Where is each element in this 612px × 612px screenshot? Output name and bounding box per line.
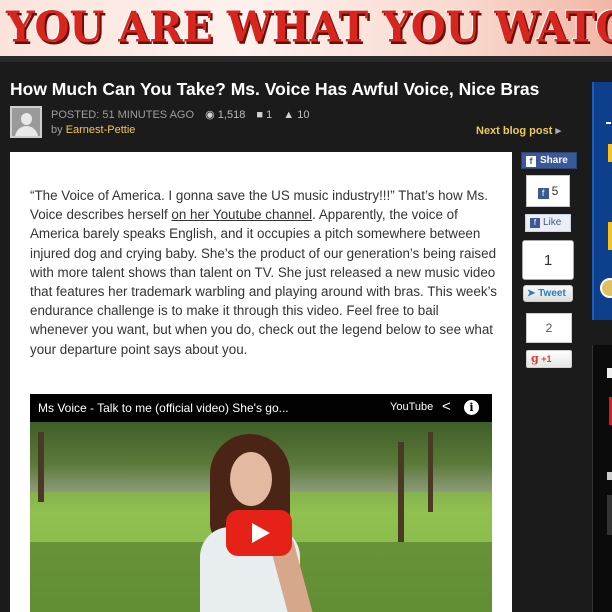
chevron-right-icon: ▸ (555, 125, 561, 137)
video-player[interactable]: Ms Voice - Talk to me (official video) S… (30, 394, 492, 612)
tweet-count: 1 (522, 240, 574, 280)
play-icon (252, 523, 270, 543)
view-count: 1,518 (217, 109, 246, 121)
facebook-icon: f (526, 156, 536, 167)
youtube-channel-link[interactable]: on her Youtube channel (171, 207, 312, 222)
facebook-share-label: Share (540, 155, 568, 166)
author-avatar[interactable] (10, 106, 42, 138)
eye-icon: ◉ (205, 109, 215, 121)
video-title[interactable]: Ms Voice - Talk to me (official video) S… (38, 401, 289, 415)
avatar-shoulders-shape (15, 126, 38, 136)
google-plus-icon: g (531, 352, 539, 365)
tree-trunk-shape (38, 432, 44, 502)
facebook-like-label: Like (543, 217, 562, 228)
tweet-button[interactable]: ➤ Tweet (523, 285, 573, 302)
twitter-icon: ➤ (527, 288, 536, 299)
widget-decoration (607, 495, 612, 535)
sidebar-ad[interactable] (592, 82, 612, 320)
ad-decoration (608, 144, 612, 162)
article-body: “The Voice of America. I gonna save the … (30, 186, 500, 359)
video-title-bar: Ms Voice - Talk to me (official video) S… (30, 394, 492, 422)
article-card: “The Voice of America. I gonna save the … (10, 152, 512, 612)
posted-time: POSTED: 51 MINUTES AGO (51, 109, 195, 121)
banner-divider (0, 56, 612, 62)
banner-title: YOU ARE WHAT YOU WATCH (6, 2, 612, 53)
info-icon[interactable]: i (464, 400, 479, 415)
facebook-share-button[interactable]: f Share (521, 152, 577, 169)
play-button[interactable] (226, 510, 292, 556)
like-count: 10 (297, 109, 310, 121)
thumbs-up-icon: ▲ (283, 109, 295, 121)
post-meta: POSTED: 51 MINUTES AGO ◉ 1,518 ■ 1 ▲ 10 (51, 108, 309, 121)
comment-count: 1 (266, 109, 273, 121)
article-text-rest: . Apparently, the voice of America barel… (30, 207, 497, 357)
next-blog-post-link[interactable]: Next blog post ▸ (476, 124, 561, 137)
google-plus-label: +1 (541, 354, 552, 364)
video-thumbnail[interactable] (30, 422, 492, 612)
byline: by Earnest-Pettie (51, 124, 135, 136)
ad-decoration (608, 222, 612, 250)
facebook-icon: f (530, 218, 540, 228)
widget-decoration (607, 368, 612, 378)
facebook-icon: f (537, 188, 549, 199)
avatar-head-shape (21, 113, 32, 125)
tweet-label: Tweet (538, 288, 566, 299)
author-link[interactable]: Earnest-Pettie (66, 124, 136, 136)
next-blog-post-label: Next blog post (476, 125, 553, 137)
person-face-shape (230, 452, 272, 506)
tree-trunk-shape (428, 432, 433, 512)
google-plus-count: 2 (526, 313, 572, 343)
sidebar-widget[interactable] (592, 345, 612, 612)
widget-decoration (607, 472, 612, 480)
facebook-like-button[interactable]: f Like (525, 214, 571, 232)
google-plus-button[interactable]: g +1 (526, 350, 572, 368)
byline-prefix: by (51, 124, 63, 136)
comment-icon: ■ (256, 109, 264, 121)
ad-decoration (600, 278, 612, 298)
share-icon[interactable]: < (442, 398, 451, 415)
youtube-label[interactable]: YouTube (390, 401, 433, 413)
facebook-count-value: 5 (551, 184, 559, 198)
tree-trunk-shape (398, 442, 404, 542)
post-title[interactable]: How Much Can You Take? Ms. Voice Has Awf… (10, 79, 539, 100)
site-banner[interactable]: YOU ARE WHAT YOU WATCH (0, 0, 612, 56)
facebook-share-count: f5 (526, 175, 570, 207)
ad-decoration (606, 122, 611, 124)
